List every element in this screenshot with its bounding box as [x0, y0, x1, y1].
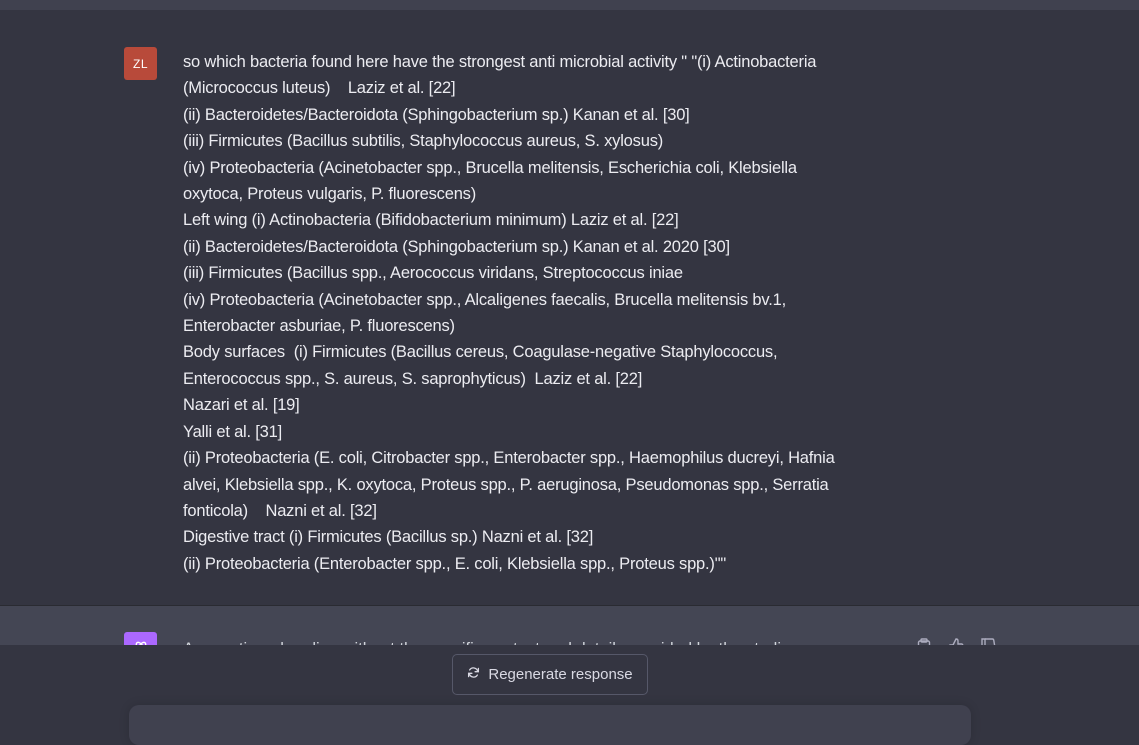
- message-line: (ii) Bacteroidetes/Bacteroidota (Sphingo…: [183, 237, 730, 256]
- message-line: (ii) Bacteroidetes/Bacteroidota (Sphingo…: [183, 105, 690, 124]
- openai-logo-icon: [124, 632, 157, 646]
- message-line: (iii) Firmicutes (Bacillus subtilis, Sta…: [183, 132, 664, 151]
- message-line: (ii) Proteobacteria (E. coli, Citrobacte…: [183, 449, 835, 468]
- user-message: ZL so which bacteria found here have the…: [0, 10, 1139, 606]
- message-line: (iv) Proteobacteria (Acinetobacter spp.,…: [183, 158, 797, 177]
- message-line: Yalli et al. [31]: [183, 422, 283, 441]
- refresh-icon: [467, 666, 480, 683]
- message-line: Enterococcus spp., S. aureus, S. saproph…: [183, 369, 643, 388]
- regenerate-label: Regenerate response: [488, 666, 633, 683]
- user-avatar-initials: ZL: [132, 56, 148, 71]
- user-message-text: so which bacteria found here have the st…: [183, 49, 903, 577]
- message-line: Body surfaces (i) Firmicutes (Bacillus c…: [183, 343, 778, 362]
- message-line: Left wing (i) Actinobacteria (Bifidobact…: [183, 211, 679, 230]
- message-line: (ii) Proteobacteria (Enterobacter spp., …: [183, 554, 727, 573]
- top-bar: [0, 0, 1139, 10]
- message-line: Enterobacter asburiae, P. fluorescens): [183, 317, 455, 336]
- composer-area: Regenerate response: [0, 645, 1139, 745]
- message-input[interactable]: [129, 705, 971, 745]
- message-line: Nazari et al. [19]: [183, 396, 300, 415]
- message-line: (iv) Proteobacteria (Acinetobacter spp.,…: [183, 290, 786, 309]
- message-line: so which bacteria found here have the st…: [183, 53, 817, 71]
- message-line: alvei, Klebsiella spp., K. oxytoca, Prot…: [183, 475, 829, 494]
- message-line: (Micrococcus luteus) Laziz et al. [22]: [183, 79, 456, 98]
- regenerate-response-button[interactable]: Regenerate response: [452, 654, 648, 695]
- message-line: (iii) Firmicutes (Bacillus spp., Aerococ…: [183, 264, 683, 283]
- message-line: fonticola) Nazni et al. [32]: [183, 501, 377, 520]
- assistant-message: As mentioned earlier, without the specif…: [0, 606, 1139, 646]
- message-line: oxytoca, Proteus vulgaris, P. fluorescen…: [183, 185, 477, 204]
- message-line: Digestive tract (i) Firmicutes (Bacillus…: [183, 528, 594, 547]
- user-avatar: ZL: [124, 47, 157, 80]
